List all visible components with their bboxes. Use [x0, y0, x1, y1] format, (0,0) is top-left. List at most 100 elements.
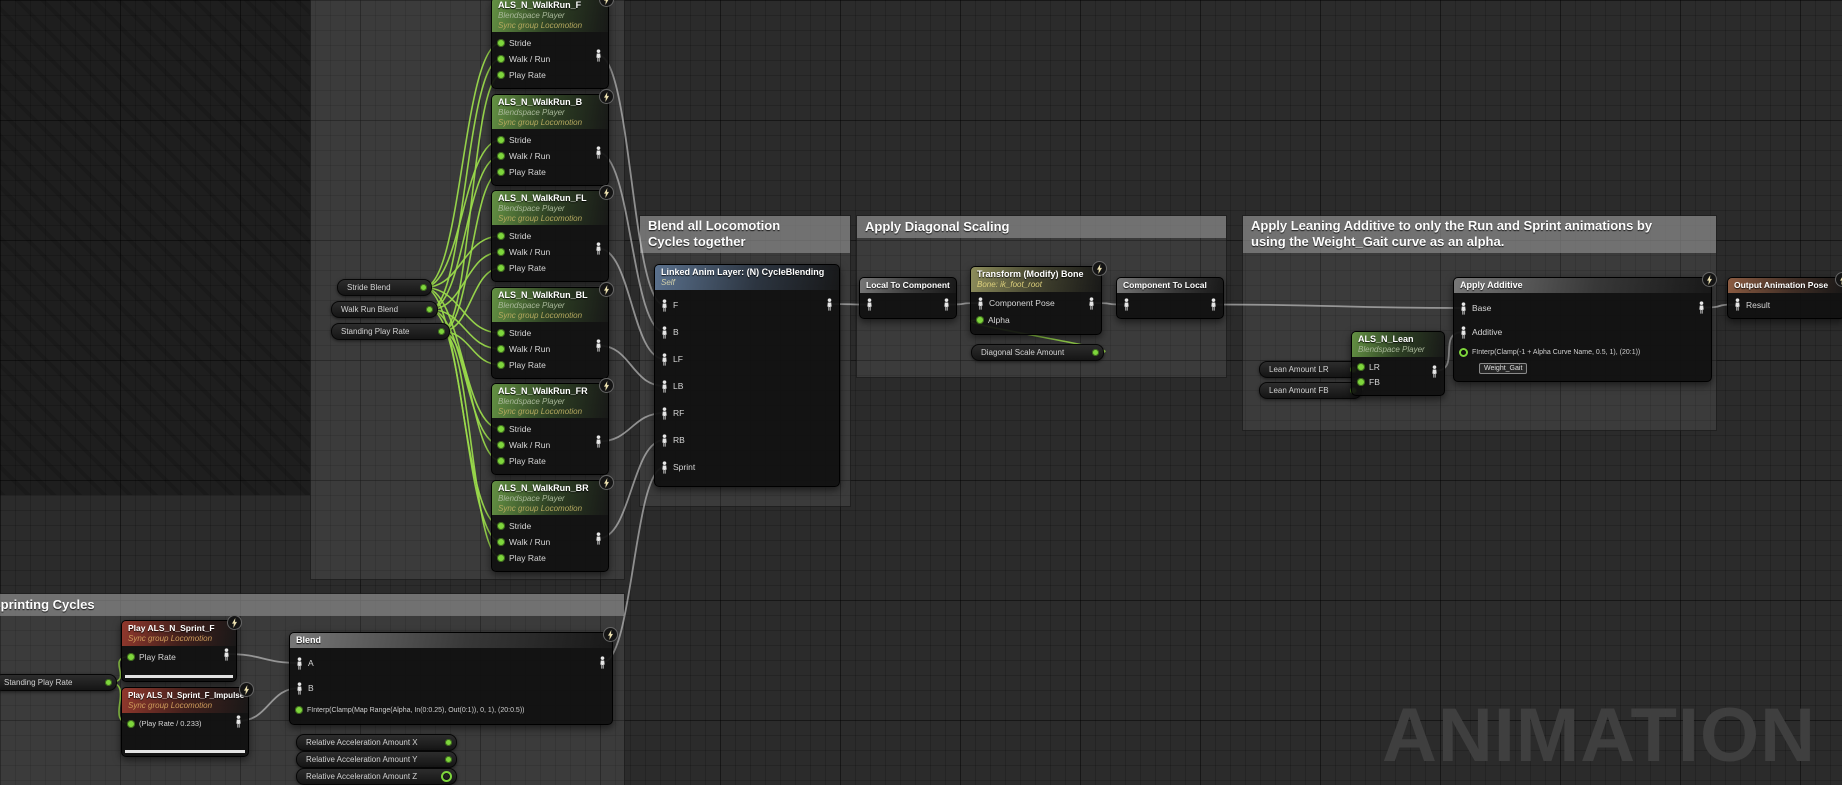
float-output-pin[interactable] [426, 306, 433, 313]
float-output-pin[interactable] [445, 739, 452, 746]
comment-title-bar[interactable]: Blend all Locomotion Cycles together [640, 216, 850, 253]
pose-input-pin[interactable] [660, 353, 669, 366]
var-node-diagonal-scale-amount[interactable]: Diagonal Scale Amount [971, 344, 1104, 361]
play-rate-pin[interactable] [497, 457, 505, 465]
node-local-to-component[interactable]: Local To Component [859, 277, 957, 319]
pose-output-pin[interactable] [594, 146, 603, 159]
comment-title-bar[interactable]: Apply Leaning Additive to only the Run a… [1243, 216, 1716, 253]
node-als-n-walkrun-b[interactable]: ALS_N_WalkRun_B Blendspace Player Sync g… [491, 94, 609, 186]
stride-pin[interactable] [497, 522, 505, 530]
walk-run-pin[interactable] [497, 345, 505, 353]
node-linked-anim-layer[interactable]: Linked Anim Layer: (N) CycleBlending Sel… [654, 264, 840, 487]
walk-run-pin[interactable] [497, 152, 505, 160]
node-header[interactable]: ALS_N_WalkRun_FL Blendspace Player Sync … [492, 191, 608, 225]
var-node-lean-amount-fb[interactable]: Lean Amount FB [1259, 382, 1362, 399]
node-als-n-walkrun-fl[interactable]: ALS_N_WalkRun_FL Blendspace Player Sync … [491, 190, 609, 282]
pose-input-pin[interactable] [660, 380, 669, 393]
alpha-pin[interactable] [976, 316, 984, 324]
pose-output-pin[interactable] [594, 435, 603, 448]
node-blend[interactable]: Blend A B FInterp(Clamp(Map Range(Alpha,… [289, 632, 613, 725]
var-node-rel-accel-z[interactable]: Relative Acceleration Amount Z [296, 768, 457, 785]
pose-input-pin[interactable] [976, 297, 985, 310]
node-header[interactable]: Play ALS_N_Sprint_F Sync group Locomotio… [122, 621, 236, 646]
pose-input-pin[interactable] [660, 299, 669, 312]
node-apply-additive[interactable]: Apply Additive Base Additive FInterp(Cla… [1453, 277, 1712, 382]
pose-output-pin[interactable] [594, 532, 603, 545]
pose-output-pin[interactable] [1087, 297, 1096, 310]
var-node-lean-amount-lr[interactable]: Lean Amount LR [1259, 361, 1362, 378]
node-als-n-walkrun-f[interactable]: ALS_N_WalkRun_F Blendspace Player Sync g… [491, 0, 609, 89]
pose-output-pin[interactable] [1209, 298, 1218, 311]
node-header[interactable]: Blend [290, 633, 612, 648]
node-als-n-walkrun-br[interactable]: ALS_N_WalkRun_BR Blendspace Player Sync … [491, 480, 609, 572]
node-header[interactable]: ALS_N_WalkRun_BL Blendspace Player Sync … [492, 288, 608, 322]
play-rate-pin[interactable] [497, 554, 505, 562]
pose-output-pin[interactable] [598, 656, 607, 669]
walk-run-pin[interactable] [497, 55, 505, 63]
float-output-pin[interactable] [420, 284, 427, 291]
node-header[interactable]: ALS_N_WalkRun_B Blendspace Player Sync g… [492, 95, 608, 129]
node-component-to-local[interactable]: Component To Local [1116, 277, 1224, 319]
stride-pin[interactable] [497, 232, 505, 240]
node-header[interactable]: Component To Local [1117, 278, 1223, 293]
walk-run-pin[interactable] [497, 248, 505, 256]
node-header[interactable]: ALS_N_WalkRun_FR Blendspace Player Sync … [492, 384, 608, 418]
pose-output-pin[interactable] [1697, 301, 1706, 314]
pose-output-pin[interactable] [594, 49, 603, 62]
pose-input-pin[interactable] [295, 682, 304, 695]
node-als-n-walkrun-fr[interactable]: ALS_N_WalkRun_FR Blendspace Player Sync … [491, 383, 609, 475]
pose-output-pin[interactable] [594, 242, 603, 255]
node-als-n-lean[interactable]: ALS_N_Lean Blendspace Player LR FB [1351, 331, 1445, 396]
result-pin[interactable] [1733, 298, 1742, 311]
node-header[interactable]: ALS_N_WalkRun_BR Blendspace Player Sync … [492, 481, 608, 515]
node-play-als-n-sprint-f-impulse[interactable]: Play ALS_N_Sprint_F_Impulse Sync group L… [121, 687, 249, 757]
var-node-standing-play-rate[interactable]: Standing Play Rate [331, 323, 450, 340]
pose-input-pin[interactable] [660, 407, 669, 420]
node-header[interactable]: ALS_N_WalkRun_F Blendspace Player Sync g… [492, 0, 608, 32]
pose-output-pin[interactable] [222, 648, 231, 661]
node-header[interactable]: Output Animation Pose [1728, 278, 1842, 293]
float-output-pin[interactable] [445, 756, 452, 763]
play-rate-pin[interactable] [497, 264, 505, 272]
play-rate-pin[interactable] [127, 653, 135, 661]
var-node-stride-blend[interactable]: Stride Blend [337, 279, 432, 296]
pose-input-pin[interactable] [1459, 302, 1468, 315]
var-node-walk-run-blend[interactable]: Walk Run Blend [331, 301, 438, 318]
stride-pin[interactable] [497, 136, 505, 144]
pose-output-pin[interactable] [234, 715, 243, 728]
play-rate-pin[interactable] [497, 168, 505, 176]
pose-output-pin[interactable] [942, 298, 951, 311]
float-output-pin[interactable] [441, 771, 452, 782]
pose-input-pin[interactable] [660, 461, 669, 474]
comment-title-bar[interactable]: Apply Diagonal Scaling [857, 216, 1226, 238]
node-transform-modify-bone[interactable]: Transform (Modify) Bone Bone: ik_foot_ro… [970, 266, 1102, 335]
var-node-rel-accel-y[interactable]: Relative Acceleration Amount Y [296, 751, 457, 768]
comment-title-bar[interactable]: Sprinting Cycles [0, 594, 624, 616]
pose-input-pin[interactable] [1122, 298, 1131, 311]
node-header[interactable]: Local To Component [860, 278, 956, 293]
pose-input-pin[interactable] [660, 434, 669, 447]
node-header[interactable]: Apply Additive [1454, 278, 1711, 293]
var-node-standing-play-rate-2[interactable]: Standing Play Rate [0, 674, 117, 691]
stride-pin[interactable] [497, 329, 505, 337]
node-play-als-n-sprint-f[interactable]: Play ALS_N_Sprint_F Sync group Locomotio… [121, 620, 237, 682]
var-node-rel-accel-x[interactable]: Relative Acceleration Amount X [296, 734, 457, 751]
node-header[interactable]: Transform (Modify) Bone Bone: ik_foot_ro… [971, 267, 1101, 292]
play-rate-pin[interactable] [497, 71, 505, 79]
pose-input-pin[interactable] [295, 657, 304, 670]
play-rate-pin[interactable] [497, 361, 505, 369]
float-output-pin[interactable] [438, 328, 445, 335]
float-output-pin[interactable] [105, 679, 112, 686]
float-output-pin[interactable] [1092, 349, 1099, 356]
pose-input-pin[interactable] [1459, 326, 1468, 339]
node-output-animation-pose[interactable]: Output Animation Pose Result [1727, 277, 1842, 319]
animgraph-canvas[interactable]: Blend all Locomotion Cycles together App… [0, 0, 1842, 785]
node-header[interactable]: ALS_N_Lean Blendspace Player [1352, 332, 1444, 357]
fb-pin[interactable] [1357, 378, 1365, 386]
walk-run-pin[interactable] [497, 538, 505, 546]
pose-output-pin[interactable] [594, 339, 603, 352]
alpha-pin[interactable] [295, 706, 303, 714]
stride-pin[interactable] [497, 425, 505, 433]
lr-pin[interactable] [1357, 363, 1365, 371]
pose-input-pin[interactable] [865, 298, 874, 311]
